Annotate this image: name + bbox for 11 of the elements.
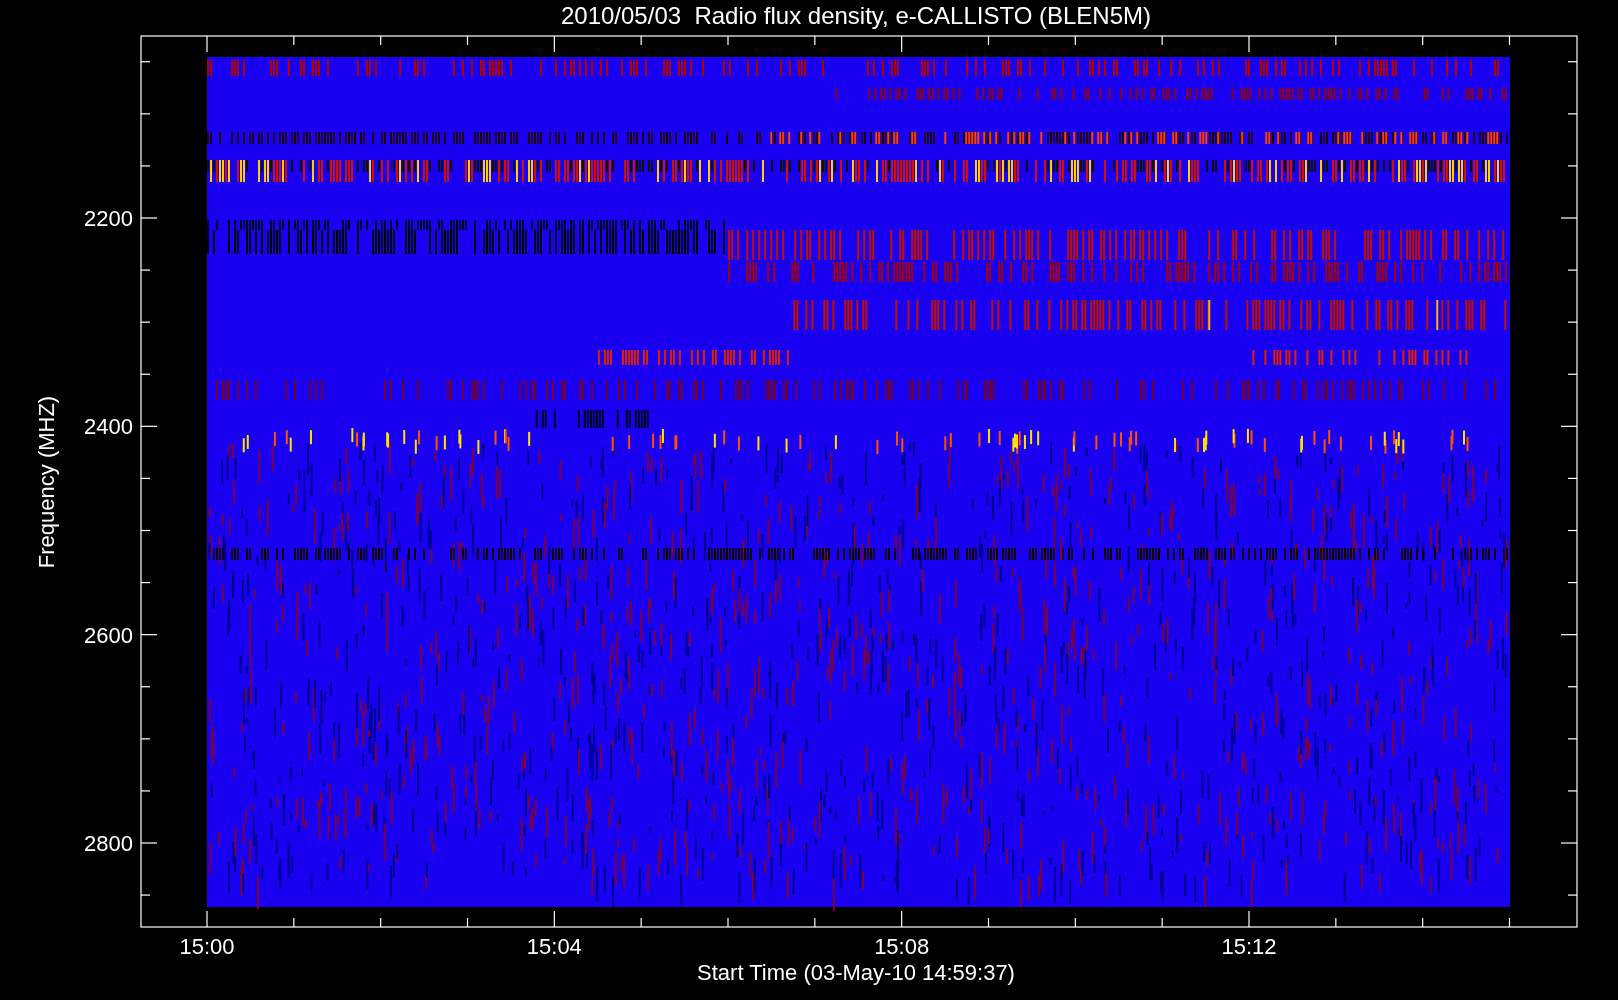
x-tick-label: 15:00	[179, 934, 235, 959]
x-tick-label: 15:04	[526, 934, 582, 959]
y-tick-label: 2800	[84, 831, 133, 856]
chart-title: 2010/05/03 Radio flux density, e-CALLISTO (BLEN5M)	[560, 2, 1152, 29]
y-tick-label: 2600	[84, 622, 133, 648]
y-axis-label: Frequency (MHZ)	[34, 395, 59, 569]
x-tick-label: 15:08	[874, 934, 930, 959]
x-tick-label: 15:12	[1221, 934, 1277, 959]
x-axis-label: Start Time (03-May-10 14:59:37)	[697, 960, 1015, 985]
y-tick-label: 2200	[84, 206, 133, 231]
y-tick-label: 2400	[84, 414, 133, 440]
